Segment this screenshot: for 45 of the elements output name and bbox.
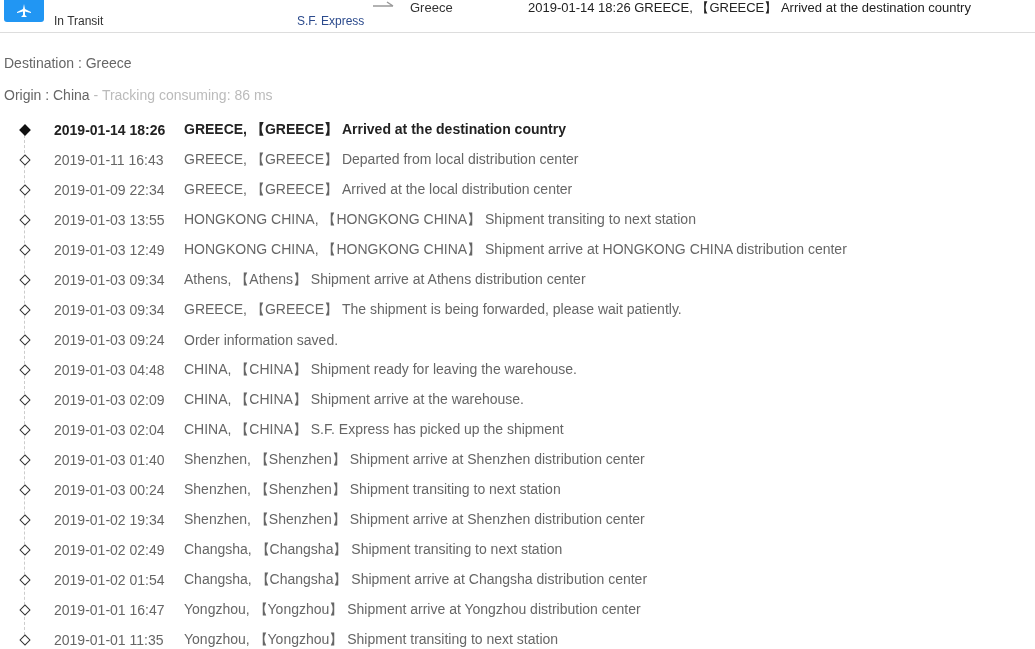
event-description: Athens, 【Athens】 Shipment arrive at Athens distribution center [184,271,586,289]
event-description: CHINA, 【CHINA】 Shipment arrive at the warehouse. [184,391,524,409]
event-description: Shenzhen, 【Shenzhen】 Shipment transiting to next station [184,481,561,499]
tracking-time: - Tracking consuming: 86 ms [93,86,273,103]
event-description: Shenzhen, 【Shenzhen】 Shipment arrive at Shenzhen distribution center [184,511,645,529]
event-time: 2019-01-03 09:24 [54,332,166,348]
destination-country: Greece [410,0,454,16]
event-time: 2019-01-02 02:49 [54,542,166,558]
event-description: Changsha, 【Changsha】 Shipment arrive at Changsha distribution center [184,571,648,589]
event-description: Changsha, 【Changsha】 Shipment transiting to next station [184,541,563,559]
event-time: 2019-01-03 02:04 [54,422,166,438]
latest-event: 2019-01-14 18:26 GREECE, 【GREECE】 Arrived at the destination country [528,0,971,16]
event-time: 2019-01-03 09:34 [54,272,166,288]
event-description: Yongzhou, 【Yongzhou】 Shipment transiting to next station [184,631,559,649]
event-time: 2019-01-03 12:49 [54,242,166,258]
event-time: 2019-01-03 01:40 [54,452,166,468]
event-time: 2019-01-11 16:43 [54,152,165,168]
event-description: GREECE, 【GREECE】 Departed from local distribution center [184,151,579,169]
destination-label: Destination : Greece [4,55,132,71]
event-description: HONGKONG CHINA, 【HONGKONG CHINA】 Shipment transiting to next station [184,211,696,229]
event-description: HONGKONG CHINA, 【HONGKONG CHINA】 Shipment arrive at HONGKONG CHINA distribution center [184,241,847,259]
event-time: 2019-01-01 11:35 [54,632,165,648]
event-description: Yongzhou, 【Yongzhou】 Shipment arrive at Yongzhou distribution center [184,601,641,619]
event-time: 2019-01-03 00:24 [54,482,166,498]
event-time: 2019-01-03 13:55 [54,212,166,228]
event-description: GREECE, 【GREECE】 The shipment is being forwarded, please wait patiently. [184,301,682,319]
event-description: CHINA, 【CHINA】 S.F. Express has picked up the shipment [184,421,564,439]
event-time: 2019-01-14 18:26 [54,122,167,138]
event-time: 2019-01-01 16:47 [54,602,166,618]
arrow-icon [373,0,395,10]
event-description: GREECE, 【GREECE】 Arrived at the local distribution center [184,181,573,199]
status-text: In Transit [54,14,105,28]
event-time: 2019-01-02 19:34 [54,512,166,528]
carrier-name: S.F. Express [297,14,366,28]
event-time: 2019-01-03 09:34 [54,302,166,318]
event-description: Shenzhen, 【Shenzhen】 Shipment arrive at Shenzhen distribution center [184,451,645,469]
event-time: 2019-01-02 01:54 [54,572,166,588]
event-description: Order information saved. [184,332,339,348]
event-time: 2019-01-09 22:34 [54,182,166,198]
event-time: 2019-01-03 04:48 [54,362,166,378]
event-time: 2019-01-03 02:09 [54,392,166,408]
event-description: CHINA, 【CHINA】 Shipment ready for leaving the warehouse. [184,361,577,379]
event-description: GREECE, 【GREECE】 Arrived at the destination country [184,121,566,139]
airplane-icon [17,4,31,18]
origin-label: Origin : China [4,86,90,103]
